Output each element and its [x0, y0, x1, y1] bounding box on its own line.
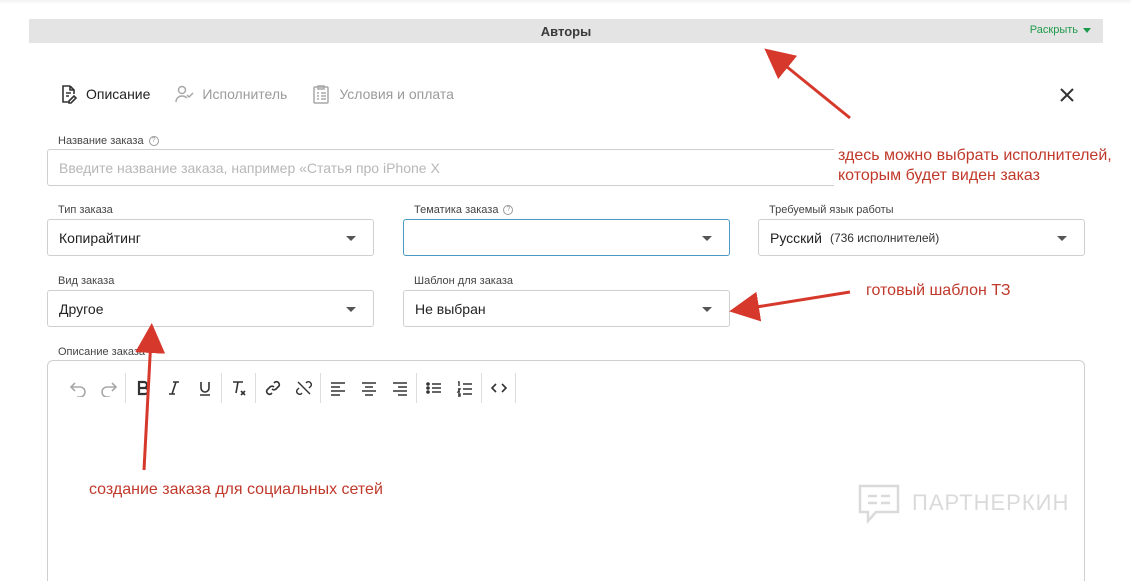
italic-icon — [168, 381, 179, 395]
redo-icon — [100, 382, 117, 397]
order-kind-select[interactable]: Другое — [47, 290, 374, 327]
annotation-performers-line2: которым будет виден заказ — [838, 166, 1040, 186]
order-type-value: Копирайтинг — [59, 229, 141, 246]
chevron-down-icon — [346, 307, 356, 312]
order-topic-label-text: Тематика заказа — [414, 204, 499, 216]
toolbar-divider — [125, 373, 126, 403]
template-select[interactable]: Не выбран — [403, 290, 730, 327]
tab-label: Условия и оплата — [339, 86, 454, 102]
code-icon — [490, 383, 507, 393]
link-button[interactable] — [257, 373, 288, 403]
language-value: Русский — [770, 229, 822, 246]
order-name-placeholder: Введите название заказа, например «Стать… — [59, 159, 440, 176]
order-type-select[interactable]: Копирайтинг — [47, 219, 374, 256]
toolbar-divider — [255, 373, 256, 403]
authors-section-header: Авторы Раскрыть — [29, 19, 1103, 43]
bold-icon — [137, 380, 149, 396]
tab-label: Исполнитель — [202, 86, 288, 102]
underline-button[interactable] — [189, 373, 220, 403]
undo-button[interactable] — [62, 373, 93, 403]
align-left-button[interactable] — [322, 373, 353, 403]
template-value: Не выбран — [415, 300, 486, 317]
tab-label: Описание — [86, 86, 151, 102]
unlink-button[interactable] — [288, 373, 319, 403]
order-type-label: Тип заказа — [58, 204, 113, 216]
underline-icon — [199, 382, 210, 396]
order-topic-select[interactable] — [403, 219, 730, 256]
tab-performer[interactable]: Исполнитель — [174, 82, 287, 106]
language-select[interactable]: Русский (736 исполнителей) — [758, 219, 1085, 256]
clipboard-list-icon — [313, 85, 330, 104]
align-right-button[interactable] — [384, 373, 415, 403]
align-center-icon — [361, 382, 376, 396]
chevron-down-icon — [702, 307, 712, 312]
italic-button[interactable] — [158, 373, 189, 403]
order-kind-value: Другое — [59, 300, 104, 317]
clear-format-icon — [232, 381, 246, 396]
help-icon[interactable]: ? — [148, 136, 159, 146]
caret-down-icon — [1083, 27, 1091, 33]
bullet-list-icon — [425, 382, 441, 394]
expand-link[interactable]: Раскрыть — [1030, 24, 1091, 36]
toolbar-divider — [481, 373, 482, 403]
toolbar-divider — [416, 373, 417, 403]
tab-description[interactable]: Описание — [58, 82, 150, 106]
undo-icon — [69, 382, 86, 397]
annotation-social: создание заказа для социальных сетей — [89, 481, 383, 498]
bold-button[interactable] — [127, 373, 158, 403]
align-left-icon — [330, 382, 345, 396]
tab-terms-payment[interactable]: Условия и оплата — [311, 82, 454, 106]
document-edit-icon — [62, 85, 78, 104]
annotation-template: готовый шаблон ТЗ — [866, 281, 1011, 301]
numbered-list-button[interactable] — [449, 373, 480, 403]
chevron-down-icon — [1057, 236, 1067, 241]
order-name-label: Название заказа ? — [58, 135, 159, 147]
editor-toolbar — [62, 373, 517, 403]
help-icon[interactable]: ? — [503, 205, 514, 215]
order-kind-label: Вид заказа — [58, 275, 115, 287]
watermark: ПАРТНЕРКИН — [856, 480, 1069, 526]
order-name-label-text: Название заказа — [58, 135, 144, 147]
order-topic-label: Тематика заказа ? — [414, 204, 514, 216]
unlink-icon — [295, 381, 312, 395]
clear-format-button[interactable] — [223, 373, 254, 403]
arrow-to-template-select — [729, 290, 851, 322]
align-center-button[interactable] — [353, 373, 384, 403]
description-editor[interactable] — [47, 360, 1085, 581]
toolbar-divider — [515, 373, 516, 403]
language-performer-count: (736 исполнителей) — [829, 230, 940, 245]
authors-title: Авторы — [540, 24, 592, 39]
user-check-icon — [175, 85, 194, 103]
link-icon — [265, 380, 280, 396]
numbered-list-icon — [456, 381, 472, 397]
code-button[interactable] — [483, 373, 514, 403]
toolbar-divider — [221, 373, 222, 403]
align-right-icon — [392, 382, 407, 396]
chat-logo-icon — [858, 484, 900, 525]
top-divider — [0, 0, 1131, 4]
arrow-to-performer-tab — [764, 48, 851, 120]
description-label: Описание заказа — [58, 346, 146, 358]
toolbar-divider — [320, 373, 321, 403]
chevron-down-icon — [702, 236, 712, 241]
order-tabs: Описание Исполнитель Условия и оплата — [58, 82, 454, 106]
chevron-down-icon — [346, 236, 356, 241]
bullet-list-button[interactable] — [418, 373, 449, 403]
expand-label: Раскрыть — [1029, 24, 1078, 36]
annotation-performers-line1: здесь можно выбрать исполнителей, — [838, 146, 1112, 166]
close-icon[interactable] — [1057, 85, 1077, 105]
redo-button[interactable] — [93, 373, 124, 403]
language-label: Требуемый язык работы — [769, 204, 894, 216]
template-label: Шаблон для заказа — [414, 275, 514, 287]
watermark-text: ПАРТНЕРКИН — [912, 490, 1070, 515]
